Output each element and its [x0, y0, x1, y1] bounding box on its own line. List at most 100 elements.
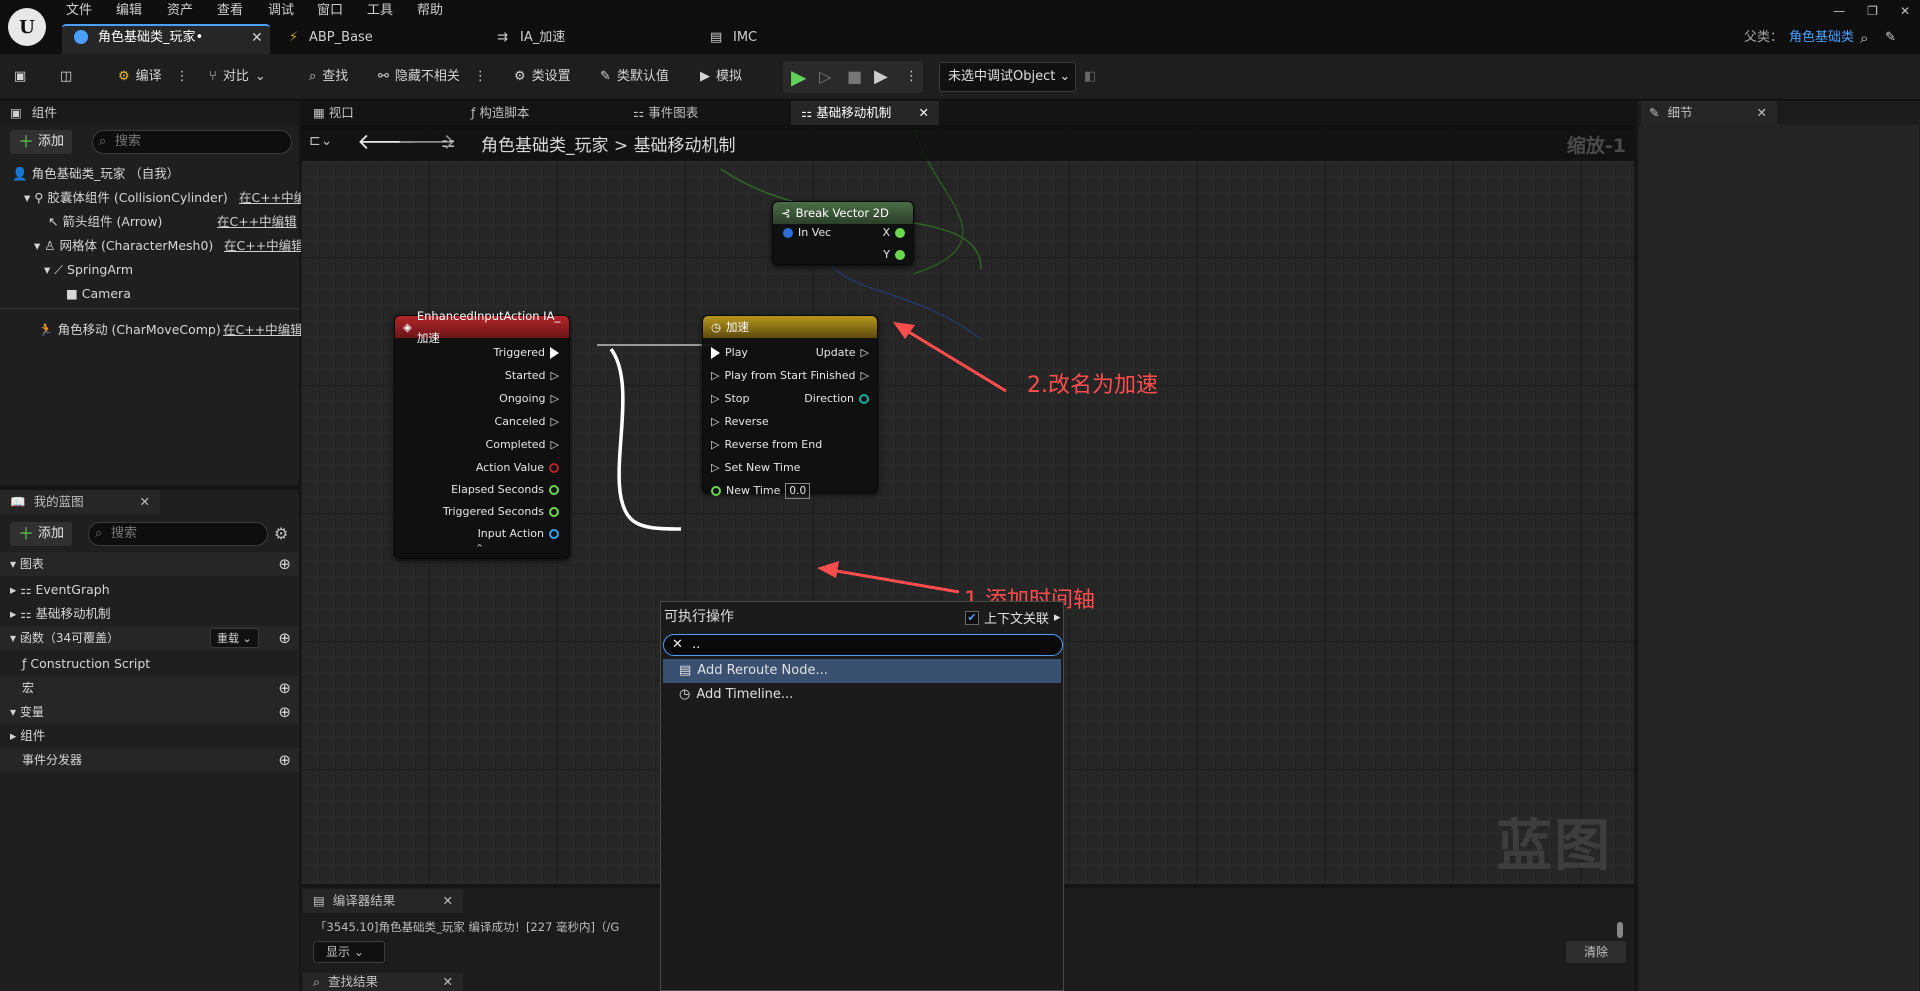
breadcrumb-current[interactable]: 基础移动机制: [634, 136, 736, 156]
close-icon[interactable]: ✕: [919, 101, 929, 125]
edit-in-cpp-link[interactable]: 在C++中编辑: [217, 210, 297, 234]
close-icon[interactable]: ✕: [443, 889, 453, 913]
class-defaults-icon: ✎: [600, 69, 611, 84]
browse-icon[interactable]: ◫: [60, 54, 72, 100]
add-macro-icon[interactable]: ⊕: [278, 676, 291, 700]
restore-icon[interactable]: ❐: [1867, 4, 1878, 18]
add-member-button[interactable]: ＋添加: [10, 522, 73, 546]
function-construction-script[interactable]: ƒ Construction Script: [22, 652, 150, 676]
checkbox-checked-icon[interactable]: ✔: [965, 610, 979, 625]
edit-in-cpp-link[interactable]: 在C++中编辑: [224, 234, 304, 258]
menu-help[interactable]: 帮助: [417, 0, 443, 22]
menu-assets[interactable]: 资产: [167, 0, 193, 22]
menu-item-add-reroute[interactable]: ▤ Add Reroute Node...: [663, 659, 1061, 683]
clear-button[interactable]: 清除: [1566, 941, 1626, 963]
close-window-icon[interactable]: ✕: [1900, 4, 1910, 18]
debug-object-dropdown[interactable]: 未选中调试Object ⌄: [939, 62, 1076, 92]
hide-unrelated-button[interactable]: ⚯ 隐藏不相关 ⋮: [378, 54, 487, 100]
component-capsule[interactable]: ▾ ⚲ 胶囊体组件 (CollisionCylinder): [24, 186, 228, 210]
launch-options-icon[interactable]: ▶: [874, 54, 888, 100]
search-icon[interactable]: ⌕: [1860, 22, 1868, 54]
menu-file[interactable]: 文件: [66, 0, 92, 22]
find-results-tab[interactable]: ⌕ 查找结果 ✕: [303, 973, 463, 991]
component-label: SpringArm: [67, 262, 134, 277]
unreal-logo[interactable]: U: [8, 8, 46, 46]
tab-ia-accelerate[interactable]: IA_加速: [520, 22, 565, 54]
tab-abp-base[interactable]: ABP_Base: [309, 22, 373, 54]
section-macros[interactable]: 宏 ⊕: [0, 676, 299, 700]
class-settings-button[interactable]: ⚙ 类设置: [514, 54, 571, 100]
override-dropdown[interactable]: 重载 ⌄: [210, 628, 259, 648]
component-self[interactable]: 👤 角色基础类_玩家 （自我）: [12, 162, 179, 186]
breadcrumb-root[interactable]: 角色基础类_玩家: [481, 136, 609, 156]
tab-imc[interactable]: IMC: [733, 22, 757, 54]
compiler-results-tab[interactable]: ▤ 编译器结果 ✕: [303, 889, 463, 913]
tab-event-graph[interactable]: ⚏ 事件图表: [633, 101, 698, 125]
close-icon[interactable]: ✕: [1757, 101, 1767, 125]
step-icon[interactable]: ▷: [819, 54, 831, 100]
chevron-right-icon: ▸: [1054, 610, 1061, 625]
diff-button[interactable]: ⑂ 对比 ⌄: [209, 54, 266, 100]
graph-item-movement[interactable]: ▸ ⚏ 基础移动机制: [10, 602, 110, 626]
add-variable-icon[interactable]: ⊕: [278, 700, 291, 724]
my-blueprint-search-input[interactable]: ⌕ 搜索: [88, 522, 268, 546]
bookmark-icon[interactable]: ⊏⌄: [309, 133, 332, 149]
tab-label: 角色基础类_玩家•: [98, 30, 204, 45]
more-options-icon[interactable]: ⋮: [474, 54, 487, 100]
component-arrow[interactable]: ↖ 箭头组件 (Arrow): [48, 210, 162, 234]
clear-search-icon[interactable]: ✕: [672, 635, 683, 655]
add-dispatcher-icon[interactable]: ⊕: [278, 748, 291, 772]
show-dropdown[interactable]: 显示 ⌄: [313, 941, 385, 963]
minimize-icon[interactable]: —: [1833, 4, 1845, 18]
graph-item-eventgraph[interactable]: ▸ ⚏ EventGraph: [10, 578, 110, 602]
section-variables[interactable]: ▾ 变量 ⊕: [0, 700, 299, 724]
component-camera[interactable]: ■ Camera: [66, 282, 131, 306]
component-springarm[interactable]: ▾ ⟋ SpringArm: [44, 258, 133, 282]
details-tab[interactable]: ✎ 细节 ✕: [1641, 101, 1777, 125]
action-search-input[interactable]: ✕ ..: [663, 634, 1063, 656]
tab-movement-active[interactable]: ⚏ 基础移动机制 ✕: [791, 101, 939, 125]
add-component-button[interactable]: ＋添加: [10, 130, 73, 154]
edit-in-cpp-link[interactable]: 在C++中编辑: [223, 318, 303, 342]
play-icon[interactable]: ▶: [791, 54, 806, 100]
menu-view[interactable]: 查看: [217, 0, 243, 22]
edit-in-cpp-link[interactable]: 在C++中编: [239, 186, 306, 210]
settings-gear-icon[interactable]: ⚙: [274, 524, 288, 543]
menu-tools[interactable]: 工具: [367, 0, 393, 22]
add-graph-icon[interactable]: ⊕: [278, 552, 291, 576]
menu-item-add-timeline[interactable]: ◷ Add Timeline...: [663, 683, 1061, 707]
save-icon[interactable]: ▣: [14, 54, 26, 100]
class-defaults-button[interactable]: ✎ 类默认值: [600, 54, 669, 100]
close-icon[interactable]: ✕: [140, 490, 150, 514]
debug-filter-icon[interactable]: ◧: [1084, 54, 1096, 100]
simulate-button[interactable]: ▶ 模拟: [700, 54, 742, 100]
find-button[interactable]: ⌕ 查找: [309, 54, 348, 100]
compile-label: 编译: [135, 69, 162, 84]
add-function-icon[interactable]: ⊕: [278, 626, 291, 650]
component-mesh[interactable]: ▾ ♙ 网格体 (CharacterMesh0): [34, 234, 213, 258]
menu-edit[interactable]: 编辑: [116, 0, 142, 22]
reroute-node-icon: ▤: [679, 663, 692, 678]
parent-class-link[interactable]: 角色基础类: [1789, 22, 1854, 54]
variables-components[interactable]: ▸ 组件: [10, 724, 45, 748]
more-options-icon[interactable]: ⋮: [176, 54, 189, 100]
tab-construction-script[interactable]: ƒ 构造脚本: [471, 101, 529, 125]
graph-icon: ⚏: [20, 606, 32, 621]
close-icon[interactable]: ✕: [443, 973, 453, 991]
section-dispatchers[interactable]: 事件分发器 ⊕: [0, 748, 299, 772]
more-options-icon[interactable]: ⋮: [905, 54, 918, 100]
my-blueprint-tab[interactable]: 📖 我的蓝图 ✕: [0, 490, 160, 514]
section-graphs[interactable]: ▾ 图表 ⊕: [0, 552, 299, 576]
close-icon[interactable]: ✕: [251, 22, 263, 54]
section-functions[interactable]: ▾ 函数（34可覆盖） 重载 ⌄ ⊕: [0, 626, 299, 650]
stop-icon[interactable]: ■: [847, 54, 862, 100]
component-movement[interactable]: 🏃 角色移动 (CharMoveComp): [38, 318, 221, 342]
edit-pencil-icon[interactable]: ✎: [1885, 22, 1896, 54]
components-search-input[interactable]: ⌕ 搜索: [92, 130, 292, 154]
scrollbar-thumb[interactable]: [1617, 922, 1623, 938]
context-sensitive-toggle[interactable]: ✔ 上下文关联 ▸: [965, 608, 1061, 627]
menu-window[interactable]: 窗口: [317, 0, 343, 22]
compile-button[interactable]: ⚙ 编译 ⋮: [118, 54, 189, 100]
tab-viewport[interactable]: ▦ 视口: [305, 101, 354, 125]
menu-debug[interactable]: 调试: [268, 0, 294, 22]
